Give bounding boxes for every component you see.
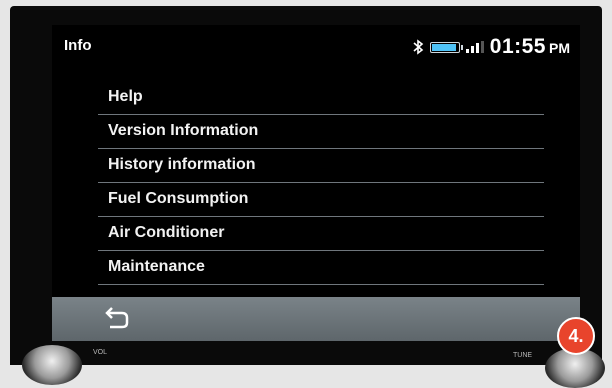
menu-item-help[interactable]: Help (98, 83, 544, 115)
clock: 01:55 PM (490, 35, 570, 59)
info-screen: Info 01:55 PM Help Version Information H… (52, 25, 580, 297)
battery-icon (430, 41, 463, 53)
back-arrow-icon (100, 307, 134, 337)
tune-label: TUNE (513, 352, 533, 359)
status-icons (412, 39, 484, 55)
page-title: Info (64, 37, 92, 54)
step-badge: 4. (557, 317, 595, 355)
back-button[interactable] (100, 305, 134, 333)
menu-item-fuel-consumption[interactable]: Fuel Consumption (98, 185, 544, 217)
menu-item-air-conditioner[interactable]: Air Conditioner (98, 219, 544, 251)
bluetooth-icon (412, 39, 424, 55)
signal-bars-icon (466, 41, 484, 53)
battery-fill (432, 43, 456, 51)
volume-knob[interactable] (22, 345, 82, 385)
info-menu: Help Version Information History informa… (98, 83, 544, 287)
vol-label: VOL (93, 349, 108, 356)
clock-time: 01:55 (489, 35, 546, 58)
menu-item-maintenance[interactable]: Maintenance (98, 253, 544, 285)
menu-item-version-information[interactable]: Version Information (98, 117, 544, 149)
bottom-bar (52, 297, 580, 341)
clock-ampm: PM (549, 40, 570, 56)
menu-item-history-information[interactable]: History information (98, 151, 544, 183)
